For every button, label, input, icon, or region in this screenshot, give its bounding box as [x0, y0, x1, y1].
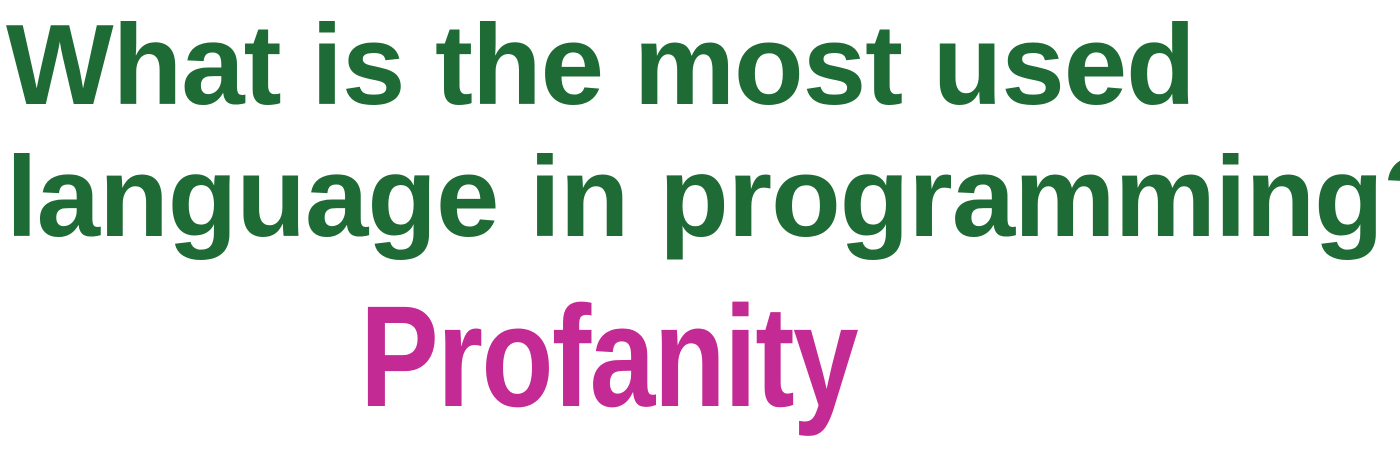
question-line-2: language in programming?: [6, 134, 1400, 261]
joke-card: What is the most used language in progra…: [0, 0, 1400, 466]
answer-text: Profanity: [360, 276, 859, 437]
question-line-1: What is the most used: [6, 2, 1196, 129]
question-text: What is the most used language in progra…: [6, 0, 1400, 264]
